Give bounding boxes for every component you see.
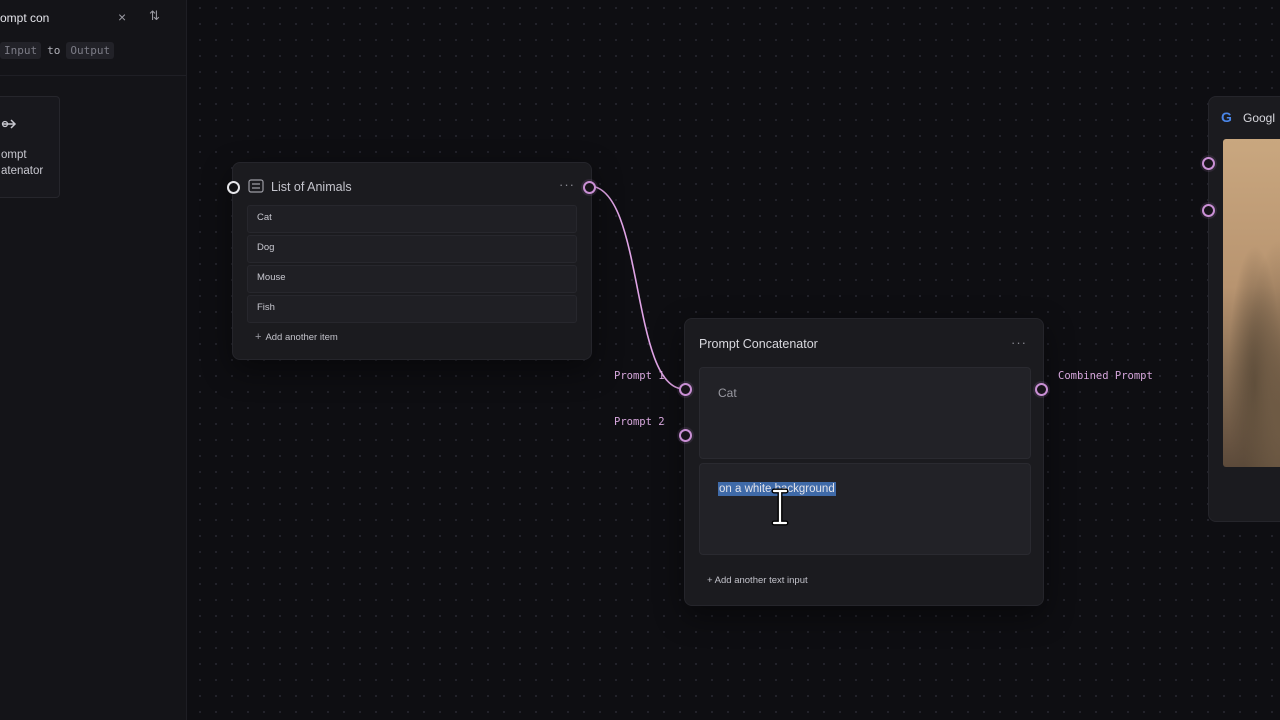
node-title: Prompt Concatenator [699, 337, 818, 351]
node-title: List of Animals [271, 180, 352, 194]
prompt-concatenator-node[interactable]: Prompt Concatenator ··· Cat on a white b… [684, 318, 1044, 606]
list-item[interactable]: Fish [247, 295, 577, 323]
list-item-label: Dog [257, 242, 275, 253]
google-logo-icon: G [1221, 109, 1232, 125]
combined-prompt-output-port[interactable] [1035, 383, 1048, 396]
list-item-label: Mouse [257, 272, 286, 283]
prompt-1-value: Cat [718, 386, 737, 400]
list-input-port[interactable] [227, 181, 240, 194]
list-icon [248, 179, 264, 196]
google-image-node[interactable]: G Googl [1208, 96, 1280, 522]
prompt-1-port-label: Prompt 1 [614, 370, 665, 382]
list-output-port[interactable] [583, 181, 596, 194]
plus-icon: + [255, 331, 262, 343]
connection-wire [588, 185, 685, 390]
list-item[interactable]: Dog [247, 235, 577, 263]
more-options-icon[interactable]: ··· [1011, 335, 1027, 350]
list-item-label: Cat [257, 212, 272, 223]
list-item[interactable]: Cat [247, 205, 577, 233]
generated-image-preview [1223, 139, 1280, 467]
add-item-label: Add another item [265, 332, 338, 343]
prompt-2-text-input[interactable]: on a white background [699, 463, 1031, 555]
list-of-animals-node[interactable]: List of Animals ··· Cat Dog Mouse Fish +… [232, 162, 592, 360]
prompt-1-input-port[interactable] [679, 383, 692, 396]
add-text-input-button[interactable]: + Add another text input [707, 575, 808, 586]
text-cursor-icon [771, 488, 789, 526]
more-options-icon[interactable]: ··· [559, 177, 575, 192]
list-item[interactable]: Mouse [247, 265, 577, 293]
google-input-port[interactable] [1202, 157, 1215, 170]
list-item-label: Fish [257, 302, 275, 313]
add-item-button[interactable]: + Add another item [255, 331, 338, 343]
combined-prompt-port-label: Combined Prompt [1058, 370, 1153, 382]
prompt-2-port-label: Prompt 2 [614, 416, 665, 428]
node-title: Googl [1243, 111, 1276, 125]
prompt-1-text-input[interactable]: Cat [699, 367, 1031, 459]
wire-list-to-prompt1 [588, 185, 685, 390]
prompt-2-input-port[interactable] [679, 429, 692, 442]
google-input-port[interactable] [1202, 204, 1215, 217]
